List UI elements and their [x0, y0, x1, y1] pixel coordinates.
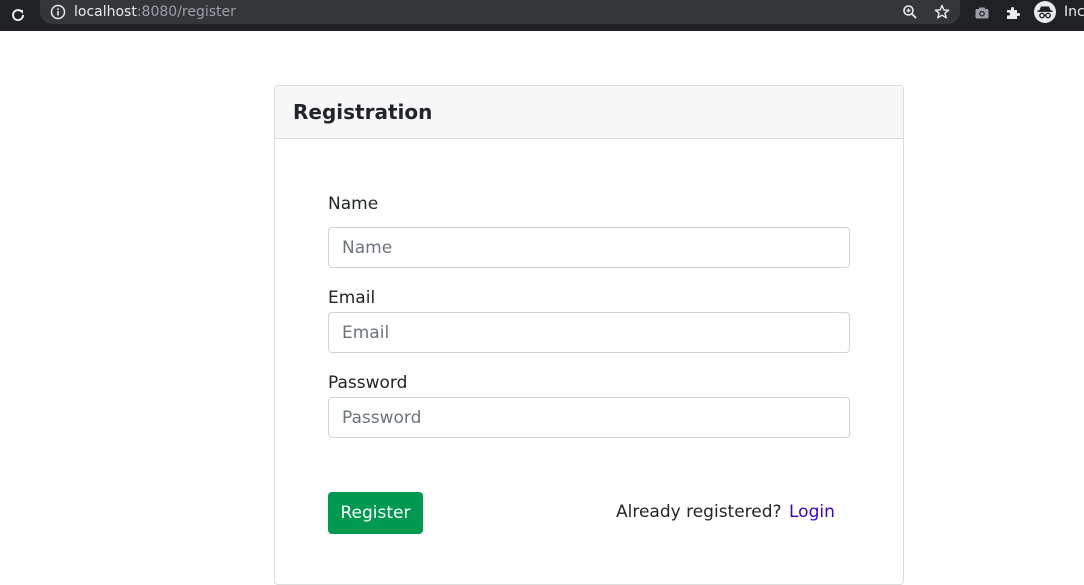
url-text: localhost:8080/register — [74, 3, 236, 21]
already-registered-text: Already registered? — [616, 502, 782, 522]
card-header: Registration — [275, 86, 903, 139]
browser-toolbar: localhost:8080/register Inc — [0, 0, 1084, 31]
zoom-icon[interactable] — [900, 2, 920, 22]
register-button[interactable]: Register — [328, 492, 423, 534]
name-label: Name — [328, 194, 379, 214]
reload-icon[interactable] — [6, 3, 30, 27]
info-icon[interactable] — [49, 3, 67, 21]
password-input[interactable] — [328, 397, 850, 438]
puzzle-icon[interactable] — [1003, 3, 1023, 23]
url-path: :8080/register — [136, 4, 236, 20]
url-host: localhost — [74, 4, 137, 20]
password-label: Password — [328, 373, 408, 393]
name-input[interactable] — [328, 227, 850, 268]
registration-card: Registration Name Email Password Registe… — [274, 85, 904, 585]
address-bar[interactable]: localhost:8080/register — [40, 0, 960, 24]
login-link[interactable]: Login — [789, 502, 835, 522]
incognito-profile[interactable]: Inc — [1034, 1, 1084, 23]
page-title: Registration — [293, 100, 433, 124]
incognito-icon — [1034, 1, 1056, 23]
incognito-label: Inc — [1064, 4, 1084, 20]
star-icon[interactable] — [932, 2, 952, 22]
email-label: Email — [328, 288, 376, 308]
email-input[interactable] — [328, 312, 850, 353]
camera-icon[interactable] — [972, 3, 992, 23]
